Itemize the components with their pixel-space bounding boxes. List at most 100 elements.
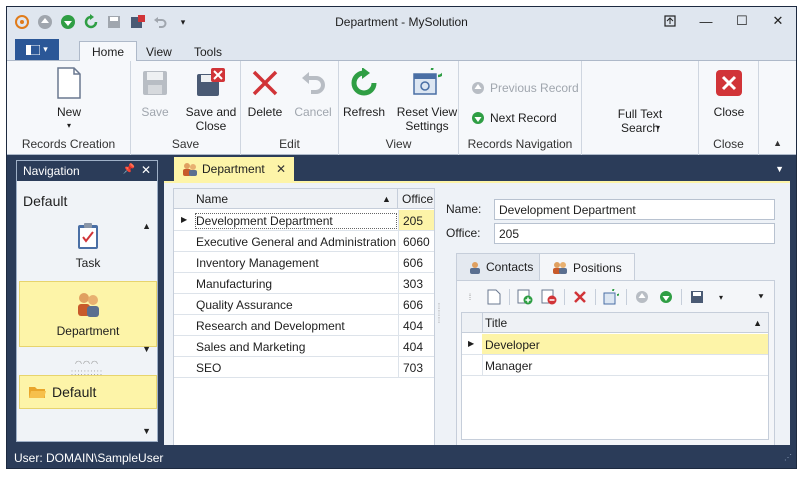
tab-view[interactable]: View (134, 41, 184, 62)
save-button[interactable]: Save (139, 67, 171, 119)
column-header-title[interactable]: Title (485, 316, 507, 330)
delete-button[interactable]: Delete (247, 67, 283, 119)
tab-home[interactable]: Home (79, 41, 138, 62)
tab-positions[interactable]: Positions (539, 253, 635, 281)
table-row[interactable]: Executive General and Administration 6060 (174, 231, 434, 252)
link-add-icon[interactable] (516, 288, 534, 306)
toolbar-overflow-icon[interactable]: ⯆ (752, 288, 770, 306)
document-tab-department[interactable]: Department ✕ (174, 157, 294, 181)
maximize-icon[interactable]: ☐ (724, 7, 760, 35)
sort-ascending-icon: ▲ (753, 318, 762, 328)
cell-name[interactable]: Development Department (195, 213, 397, 229)
save-icon[interactable] (688, 288, 706, 306)
nav-item-task[interactable]: Task (19, 213, 157, 279)
new-document-icon[interactable] (485, 288, 503, 306)
table-row[interactable]: ▶ Development Department 205 (174, 210, 434, 231)
contact-user-icon (470, 261, 480, 274)
resize-grip-icon[interactable]: ⋰ (784, 453, 792, 462)
chevron-down-icon: ▾ (656, 123, 661, 132)
cell-office[interactable]: 303 (398, 273, 434, 293)
chevron-down-icon: ▾ (43, 44, 48, 54)
close-window-icon[interactable]: ✕ (760, 7, 796, 35)
restore-layout-icon[interactable] (652, 7, 688, 35)
close-button[interactable]: Close (709, 67, 749, 119)
cell-office[interactable]: 404 (398, 336, 434, 356)
cell-name[interactable]: Research and Development (196, 319, 396, 333)
cell-name[interactable]: Quality Assurance (196, 298, 396, 312)
column-header-name[interactable]: Name (196, 192, 228, 206)
save-and-close-button[interactable]: Save and Close (183, 67, 239, 133)
cell-office[interactable]: 703 (398, 357, 434, 377)
cell-office[interactable]: 404 (398, 315, 434, 335)
table-row[interactable]: Manufacturing 303 (174, 273, 434, 294)
delete-icon[interactable] (571, 288, 589, 306)
cell-office[interactable]: 205 (398, 210, 434, 230)
department-users-icon (183, 163, 197, 176)
unlink-remove-icon[interactable] (540, 288, 558, 306)
status-bar: User: DOMAIN\SampleUser ⋰ (7, 445, 796, 468)
reset-view-settings-button[interactable]: Reset View Settings (395, 67, 459, 133)
cell-name[interactable]: Sales and Marketing (196, 340, 396, 354)
task-clipboard-icon (74, 222, 102, 250)
tab-contacts[interactable]: Contacts (456, 253, 547, 281)
table-row[interactable]: ▶ Developer (462, 334, 768, 355)
next-record-icon[interactable] (657, 288, 675, 306)
refresh-button[interactable]: Refresh (343, 67, 385, 119)
cell-office[interactable]: 606 (398, 252, 434, 272)
table-row[interactable]: Manager (462, 355, 768, 376)
collapse-ribbon-icon[interactable]: ▲ (773, 138, 782, 148)
table-row[interactable]: Sales and Marketing 404 (174, 336, 434, 357)
close-tab-icon[interactable]: ✕ (276, 162, 286, 176)
previous-record-button[interactable]: Previous Record (471, 81, 579, 95)
tab-list-dropdown-icon[interactable]: ▼ (775, 164, 784, 174)
row-indicator-icon: ▶ (468, 339, 475, 348)
new-button[interactable]: New ▾ (49, 67, 89, 133)
column-header-office[interactable]: Office (402, 192, 433, 206)
toolbar-grip-icon: ⁞ (468, 292, 472, 302)
table-row[interactable]: Inventory Management 606 (174, 252, 434, 273)
cell-name[interactable]: SEO (196, 361, 396, 375)
nav-item-department[interactable]: Department (19, 281, 157, 347)
table-row[interactable]: Research and Development 404 (174, 315, 434, 336)
ribbon-tab-row: ▾ Home View Tools (7, 37, 796, 62)
cell-name[interactable]: Manufacturing (196, 277, 396, 291)
office-field[interactable]: 205 (494, 223, 775, 244)
detail-view: Name: Development Department Office: 205… (446, 191, 786, 446)
chevron-down-icon[interactable]: ▾ (712, 288, 730, 306)
scroll-down-icon[interactable]: ▼ (142, 344, 151, 354)
cell-name[interactable]: Inventory Management (196, 256, 396, 270)
pane-splitter[interactable]: ◠◠◠:::::::::: (17, 359, 157, 377)
department-grid: Name ▲ Office ▶ Development Department 205… (173, 188, 435, 446)
navigation-header: Navigation 📌 ✕ (17, 161, 157, 181)
delete-icon (249, 67, 281, 99)
reset-view-icon[interactable] (602, 288, 620, 306)
next-record-icon (472, 112, 484, 124)
cell-title[interactable]: Developer (482, 334, 768, 354)
nav-expand-icon[interactable]: ▼ (142, 426, 151, 436)
application-menu-button[interactable]: ▾ (15, 39, 59, 60)
previous-record-icon[interactable] (633, 288, 651, 306)
grid-header: Title ▲ (462, 313, 768, 333)
nav-group-default[interactable]: Default (19, 375, 157, 409)
close-pane-icon[interactable]: ✕ (141, 163, 151, 177)
cell-office[interactable]: 606 (398, 294, 434, 314)
cell-title[interactable]: Manager (482, 355, 768, 375)
cancel-button[interactable]: Cancel (293, 67, 333, 119)
next-record-button[interactable]: Next Record (471, 111, 557, 125)
tab-tools[interactable]: Tools (182, 41, 234, 62)
table-row[interactable]: Quality Assurance 606 (174, 294, 434, 315)
full-text-search-button[interactable]: Full Text Search (602, 107, 678, 135)
title-bar: ▾ Department - MySolution — ☐ ✕ (7, 7, 796, 37)
group-label: View (385, 137, 412, 151)
pin-icon[interactable]: 📌 (123, 164, 135, 175)
cell-office[interactable]: 6060 (398, 231, 434, 251)
grid-header: Name ▲ Office (174, 189, 434, 209)
minimize-icon[interactable]: — (688, 7, 724, 35)
table-row[interactable]: SEO 703 (174, 357, 434, 378)
layout-splitter[interactable]: ⁞ ⁞ ⁞ (436, 303, 442, 325)
save-and-close-icon (195, 67, 227, 99)
close-icon (713, 67, 745, 99)
cell-name[interactable]: Executive General and Administration (196, 235, 396, 249)
name-field[interactable]: Development Department (494, 199, 775, 220)
window-controls: — ☐ ✕ (652, 7, 796, 35)
